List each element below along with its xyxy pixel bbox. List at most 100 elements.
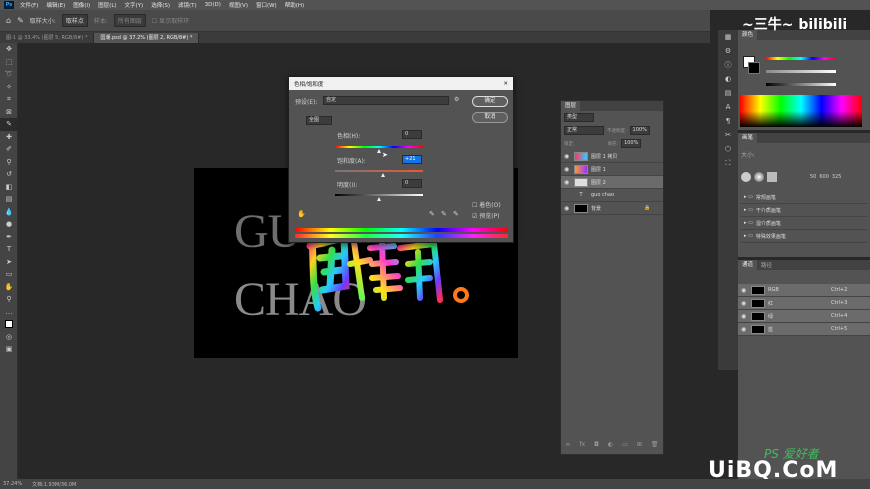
fill-field[interactable]: 100% [621,139,642,148]
properties-icon[interactable]: ⚙ [718,44,738,58]
layer-row[interactable]: ◉ 图层 1 [561,163,663,176]
fx-icon[interactable]: fx [580,441,586,453]
brush-group[interactable]: ▸ ▭ 常规画笔 [741,191,867,204]
channel-select[interactable]: 全图 [306,116,332,125]
menu-image[interactable]: 图像(I) [73,1,90,9]
preset-select[interactable]: 自定 [323,96,449,105]
group-icon[interactable]: ▭ [622,441,628,453]
dodge-tool-icon[interactable]: ● [0,218,18,231]
eyedropper-minus-icon[interactable]: ✎ [453,210,459,218]
close-icon[interactable]: ✕ [503,81,508,87]
hue-slider-knob[interactable] [376,149,381,153]
menu-layer[interactable]: 图层(L) [98,1,116,9]
menu-view[interactable]: 视图(V) [229,1,248,9]
sample-select[interactable]: 所有图层 [113,14,146,27]
frame-tool-icon[interactable]: ⊠ [0,106,18,119]
brush-tip-2[interactable] [754,172,764,182]
channel-row[interactable]: ◉ RGB Ctrl+2 [738,284,870,297]
brush-tip-3[interactable] [767,172,777,182]
gradient-tool-icon[interactable]: ▤ [0,193,18,206]
character-icon[interactable]: A [718,100,738,114]
3d-icon[interactable]: ⬡ [718,142,738,156]
lightness-slider-track[interactable] [335,194,423,196]
shape-tool-icon[interactable]: ▭ [0,268,18,281]
lightness-field[interactable]: 0 [402,179,422,188]
transform-icon[interactable]: ⛶ [718,156,738,170]
menu-help[interactable]: 帮助(H) [285,1,304,9]
brush-group[interactable]: ▸ ▭ 干介质画笔 [741,204,867,217]
eyedropper-plus-icon[interactable]: ✎ [441,210,447,218]
adjustment-icon[interactable]: ◐ [608,441,613,453]
quick-mask-icon[interactable]: ◎ [0,331,18,344]
zoom-tool-icon[interactable]: ⚲ [0,293,18,306]
hue-slider[interactable] [766,57,836,60]
hue-slider-track[interactable] [335,146,423,148]
menu-select[interactable]: 选择(S) [151,1,170,9]
saturation-slider-knob[interactable] [380,173,385,177]
show-ring-checkbox[interactable]: ☐ 显示取样环 [152,16,189,25]
delete-icon[interactable]: 🗑 [651,441,659,453]
channel-row[interactable]: ◉ 红 Ctrl+3 [738,297,870,310]
menu-type[interactable]: 文字(Y) [125,1,144,9]
menu-3d[interactable]: 3D(D) [205,2,221,8]
opacity-field[interactable]: 100% [629,126,650,135]
preview-checkbox[interactable]: ☑ 预览(P) [472,211,500,220]
bg-color-swatch[interactable] [748,62,760,74]
saturation-slider-track[interactable] [335,170,423,172]
lasso-tool-icon[interactable]: ➰ [0,68,18,81]
libraries-icon[interactable]: ▤ [718,86,738,100]
hand-tool-icon[interactable]: ✋ [0,281,18,294]
tab-document-1[interactable]: 图-1 @ 33.4% (图层 5, RGB/8#) * [0,33,95,43]
eyedropper-icon[interactable]: ✎ [17,16,24,25]
eyedropper-icon[interactable]: ✎ [429,210,435,218]
menu-filter[interactable]: 滤镜(T) [178,1,197,9]
home-icon[interactable]: ⌂ [6,16,11,25]
marquee-tool-icon[interactable]: ⬚ [0,56,18,69]
channel-row[interactable]: ◉ 蓝 Ctrl+5 [738,323,870,336]
cancel-button[interactable]: 取消 [472,112,508,123]
quick-select-tool-icon[interactable]: ✧ [0,81,18,94]
channel-row[interactable]: ◉ 绿 Ctrl+4 [738,310,870,323]
tab-channels[interactable]: 通道 [738,260,758,270]
history-brush-icon[interactable]: ↺ [0,168,18,181]
crop-tool-icon[interactable]: ⌗ [0,93,18,106]
menu-window[interactable]: 窗口(W) [256,1,277,9]
type-tool-icon[interactable]: T [0,243,18,256]
zoom-level[interactable]: 37.24% [3,481,22,487]
new-layer-icon[interactable]: ⊞ [637,441,642,453]
brush-tips-row[interactable]: 50 600 325 [741,169,867,185]
layer-row[interactable]: ◉ 图层 1 拷贝 [561,150,663,163]
lightness-slider-knob[interactable] [376,197,381,201]
pen-tool-icon[interactable]: ✒ [0,231,18,244]
path-select-tool-icon[interactable]: ➤ [0,256,18,269]
brush-group[interactable]: ▸ ▭ 湿介质画笔 [741,217,867,230]
healing-tool-icon[interactable]: ✚ [0,131,18,144]
color-spectrum[interactable] [740,95,862,127]
layer-row[interactable]: ◉ 图层 2 [561,176,663,189]
tab-layers[interactable]: 图层 [561,101,581,111]
stamp-tool-icon[interactable]: ⚲ [0,156,18,169]
eraser-tool-icon[interactable]: ◧ [0,181,18,194]
paragraph-icon[interactable]: ¶ [718,114,738,128]
color-swatch-icon[interactable] [0,318,18,331]
tab-document-2[interactable]: 国潮.psd @ 37.2% (图层 2, RGB/8#) * [94,33,200,43]
tab-paths[interactable]: 路径 [757,261,776,269]
layer-row[interactable]: Tguo chao [561,189,663,202]
mask-icon[interactable]: ◘ [594,441,599,453]
eyedropper-tool-icon[interactable]: ✎ [0,118,18,131]
settings-gear-icon[interactable]: ⚙ [454,96,459,103]
sample-size-select[interactable]: 取样点 [61,14,88,27]
adjustments-icon[interactable]: ◐ [718,72,738,86]
ok-button[interactable]: 确定 [472,96,508,107]
hand-adjust-icon[interactable]: ✋ [297,210,306,218]
saturation-field[interactable]: +21 [402,155,422,164]
tab-brushes[interactable]: 画笔 [738,133,758,143]
layer-kind-filter[interactable]: 类型 [564,113,594,122]
menu-file[interactable]: 文件(F) [20,1,38,9]
info-icon[interactable]: ⓘ [718,58,738,72]
menu-edit[interactable]: 编辑(E) [46,1,65,9]
brush-group[interactable]: ▸ ▭ 特殊效果画笔 [741,230,867,243]
brush-tip-1[interactable] [741,172,751,182]
light-slider[interactable] [766,83,836,86]
more-tools-icon[interactable]: … [0,306,18,319]
